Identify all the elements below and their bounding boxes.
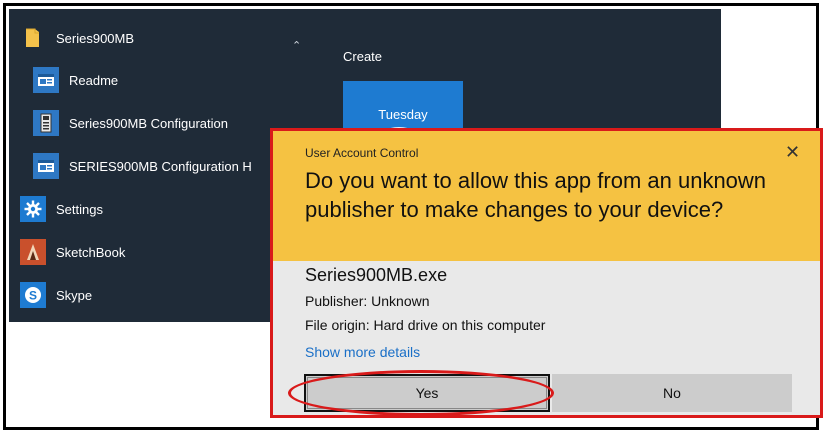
window-app-icon — [33, 153, 59, 179]
close-icon[interactable]: ✕ — [785, 142, 800, 163]
app-item-label: SERIES900MB Configuration H — [69, 158, 252, 174]
chevron-up-icon[interactable]: ⌃ — [292, 39, 301, 52]
publisher-text: Publisher: Unknown — [305, 293, 430, 309]
config-app-icon — [33, 110, 59, 136]
yes-button[interactable]: Yes — [304, 374, 550, 412]
skype-icon: S — [20, 282, 46, 308]
file-origin-text: File origin: Hard drive on this computer — [305, 317, 546, 333]
no-button[interactable]: No — [552, 374, 792, 412]
app-item-label: Readme — [69, 72, 119, 88]
svg-text:S: S — [29, 289, 37, 303]
app-list: Series900MB ⌃ Readme Series900MB Configu… — [9, 9, 309, 322]
app-group-series900mb[interactable]: Series900MB — [20, 18, 320, 58]
uac-title: User Account Control — [305, 146, 419, 160]
show-more-details-link[interactable]: Show more details — [305, 344, 420, 360]
calendar-day: Tuesday — [378, 107, 428, 122]
app-item-readme[interactable]: Readme — [33, 60, 333, 100]
uac-question: Do you want to allow this app from an un… — [305, 168, 767, 222]
app-name: Series900MB.exe — [305, 265, 448, 285]
app-group-label: Series900MB — [56, 30, 135, 46]
uac-header: User Account Control ✕ Do you want to al… — [273, 131, 820, 261]
gear-icon — [20, 196, 46, 222]
app-item-label: Settings — [56, 201, 103, 217]
window-app-icon — [33, 67, 59, 93]
tiles-group-header: Create — [343, 49, 383, 64]
sketchbook-icon — [20, 239, 46, 265]
uac-dialog: User Account Control ✕ Do you want to al… — [270, 128, 823, 418]
app-item-label: Series900MB Configuration — [69, 115, 228, 131]
folder-icon — [20, 25, 46, 51]
app-item-label: Skype — [56, 287, 93, 303]
app-item-label: SketchBook — [56, 244, 126, 260]
